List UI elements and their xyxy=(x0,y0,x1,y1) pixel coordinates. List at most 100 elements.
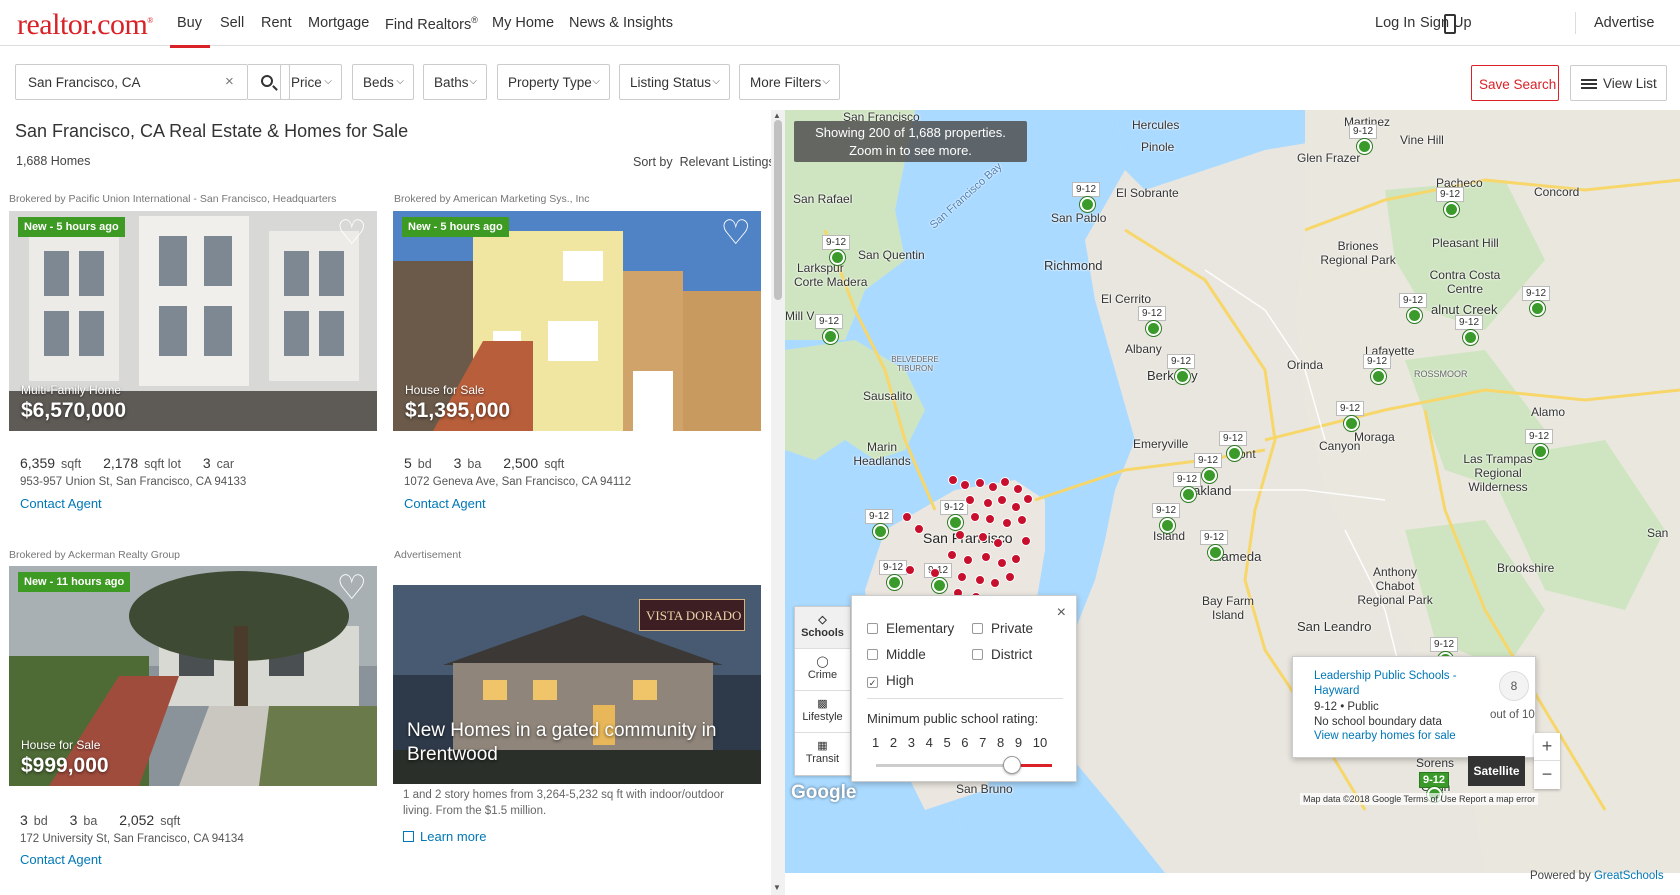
listing-status-filter[interactable]: Listing Status ⌵ xyxy=(619,64,730,100)
school-pin[interactable]: 9-12 xyxy=(815,314,849,346)
satellite-toggle-button[interactable]: Satellite xyxy=(1468,756,1525,786)
baths-filter[interactable]: Baths ⌵ xyxy=(423,64,487,100)
school-pin[interactable]: 9-12 xyxy=(822,235,856,267)
property-marker[interactable] xyxy=(983,498,993,508)
listing-address[interactable]: 953-957 Union St, San Francisco, CA 9413… xyxy=(20,476,246,488)
school-pin[interactable]: 9-12 xyxy=(1072,182,1106,214)
property-marker[interactable] xyxy=(1002,518,1012,528)
school-name-link[interactable]: Leadership Public Schools - Hayward xyxy=(1314,669,1474,699)
nav-buy[interactable]: Buy xyxy=(170,15,210,48)
heart-icon[interactable]: ♡ xyxy=(337,213,367,253)
search-value[interactable]: San Francisco, CA xyxy=(28,75,141,90)
property-marker[interactable] xyxy=(970,512,980,522)
heart-icon[interactable]: ♡ xyxy=(337,568,367,608)
scroll-down-icon[interactable]: ▼ xyxy=(773,883,781,892)
property-marker[interactable] xyxy=(1011,502,1021,512)
listing-address[interactable]: 1072 Geneva Ave, San Francisco, CA 94112 xyxy=(404,476,631,488)
view-nearby-homes-link[interactable]: View nearby homes for sale xyxy=(1314,730,1456,742)
checkbox[interactable] xyxy=(972,649,983,660)
property-marker[interactable] xyxy=(985,514,995,524)
middle-checkbox[interactable]: Middle xyxy=(867,647,926,662)
property-type-filter[interactable]: Property Type ⌵ xyxy=(497,64,610,100)
layer-transit-button[interactable]: ▦ Transit xyxy=(795,733,850,775)
school-pin[interactable]: 9-12 xyxy=(1522,286,1556,318)
advertise-link[interactable]: Advertise xyxy=(1594,15,1654,31)
school-pin[interactable]: 9-12 xyxy=(1399,293,1433,325)
school-pin[interactable]: 9-12 xyxy=(1455,315,1489,347)
school-pin[interactable]: 9-12 xyxy=(1436,187,1470,219)
nav-news-insights[interactable]: News & Insights xyxy=(569,15,673,31)
heart-icon[interactable]: ♡ xyxy=(721,213,751,253)
school-pin[interactable]: 9-12 xyxy=(1363,354,1397,386)
property-marker[interactable] xyxy=(981,552,991,562)
property-marker[interactable] xyxy=(1011,554,1021,564)
school-pin[interactable]: 9-12 xyxy=(1173,472,1207,504)
property-marker[interactable] xyxy=(1013,484,1023,494)
layer-crime-button[interactable]: ◯ Crime xyxy=(795,649,850,691)
property-marker[interactable] xyxy=(1017,515,1027,525)
elementary-checkbox[interactable]: Elementary xyxy=(867,621,954,636)
nav-rent[interactable]: Rent xyxy=(261,15,292,31)
contact-agent-link[interactable]: Contact Agent xyxy=(404,496,486,511)
listing-photo[interactable]: New - 11 hours ago ♡ House for Sale $999… xyxy=(9,566,377,786)
district-checkbox[interactable]: District xyxy=(972,647,1032,662)
nav-mortgage[interactable]: Mortgage xyxy=(308,15,369,31)
checkbox[interactable] xyxy=(867,649,878,660)
school-pin[interactable]: 9-12 xyxy=(1525,429,1559,461)
nav-sell[interactable]: Sell xyxy=(220,15,244,31)
signup-link[interactable]: Sign Up xyxy=(1420,15,1472,31)
school-pin[interactable]: 9-12 xyxy=(1138,306,1172,338)
zoom-in-button[interactable]: + xyxy=(1534,733,1560,761)
nav-my-home[interactable]: My Home xyxy=(492,15,554,31)
zoom-out-button[interactable]: − xyxy=(1534,761,1560,789)
property-marker[interactable] xyxy=(993,538,1003,548)
listing-photo[interactable]: New - 5 hours ago ♡ Multi-Family Home $6… xyxy=(9,211,377,431)
property-marker[interactable] xyxy=(960,480,970,490)
results-scrollbar[interactable]: ▲ ▼ xyxy=(771,110,785,895)
price-filter[interactable]: Price ⌵ xyxy=(280,64,342,100)
property-marker[interactable] xyxy=(978,532,988,542)
layer-schools-button[interactable]: ◇ Schools xyxy=(795,607,850,649)
listing-address[interactable]: 172 University St, San Francisco, CA 941… xyxy=(20,833,244,845)
map-attribution[interactable]: Map data ©2018 Google Terms of Use Repor… xyxy=(1300,793,1539,805)
learn-more-link[interactable]: Learn more xyxy=(403,829,486,844)
property-marker[interactable] xyxy=(1000,477,1010,487)
listing-photo[interactable]: New - 5 hours ago ♡ House for Sale $1,39… xyxy=(393,211,761,431)
property-marker[interactable] xyxy=(905,565,915,575)
clear-icon[interactable]: × xyxy=(225,73,234,90)
ad-image[interactable]: VISTA DORADO New Homes in a gated commun… xyxy=(393,585,761,784)
view-list-button[interactable]: View List xyxy=(1570,65,1667,101)
property-marker[interactable] xyxy=(930,568,940,578)
property-marker[interactable] xyxy=(990,578,1000,588)
property-marker[interactable] xyxy=(1023,494,1033,504)
checkmark-icon[interactable]: ✓ xyxy=(867,677,878,688)
property-marker[interactable] xyxy=(1005,572,1015,582)
checkbox[interactable] xyxy=(972,623,983,634)
property-marker[interactable] xyxy=(914,524,924,534)
contact-agent-link[interactable]: Contact Agent xyxy=(20,852,102,867)
realtor-logo[interactable]: realtor.com® xyxy=(17,8,153,42)
more-filters-button[interactable]: More Filters ⌵ xyxy=(739,64,840,100)
layer-lifestyle-button[interactable]: ▩ Lifestyle xyxy=(795,691,850,733)
scroll-thumb[interactable] xyxy=(774,120,782,300)
property-marker[interactable] xyxy=(965,495,975,505)
school-pin[interactable]: 9-12 xyxy=(1200,530,1234,562)
high-checkbox[interactable]: ✓ High xyxy=(867,673,914,688)
property-marker[interactable] xyxy=(948,475,958,485)
nav-find-realtors[interactable]: Find Realtors® xyxy=(385,15,478,33)
property-marker[interactable] xyxy=(955,530,965,540)
contact-agent-link[interactable]: Contact Agent xyxy=(20,496,102,511)
save-search-button[interactable]: Save Search xyxy=(1471,65,1559,101)
private-checkbox[interactable]: Private xyxy=(972,621,1033,636)
school-pin[interactable]: 9-12 xyxy=(1349,124,1383,156)
property-marker[interactable] xyxy=(1021,536,1031,546)
checkbox[interactable] xyxy=(867,623,878,634)
property-marker[interactable] xyxy=(997,495,1007,505)
property-marker[interactable] xyxy=(975,478,985,488)
property-marker[interactable] xyxy=(975,575,985,585)
property-marker[interactable] xyxy=(997,558,1007,568)
map-view[interactable]: San Francisco Hercules Martinez Vine Hil… xyxy=(785,110,1680,873)
sort-dropdown[interactable]: Sort by Relevant Listings ⌄ xyxy=(633,154,789,169)
school-pin[interactable]: 9-12 xyxy=(865,509,899,541)
school-pin[interactable]: 9-12 xyxy=(1152,503,1186,535)
